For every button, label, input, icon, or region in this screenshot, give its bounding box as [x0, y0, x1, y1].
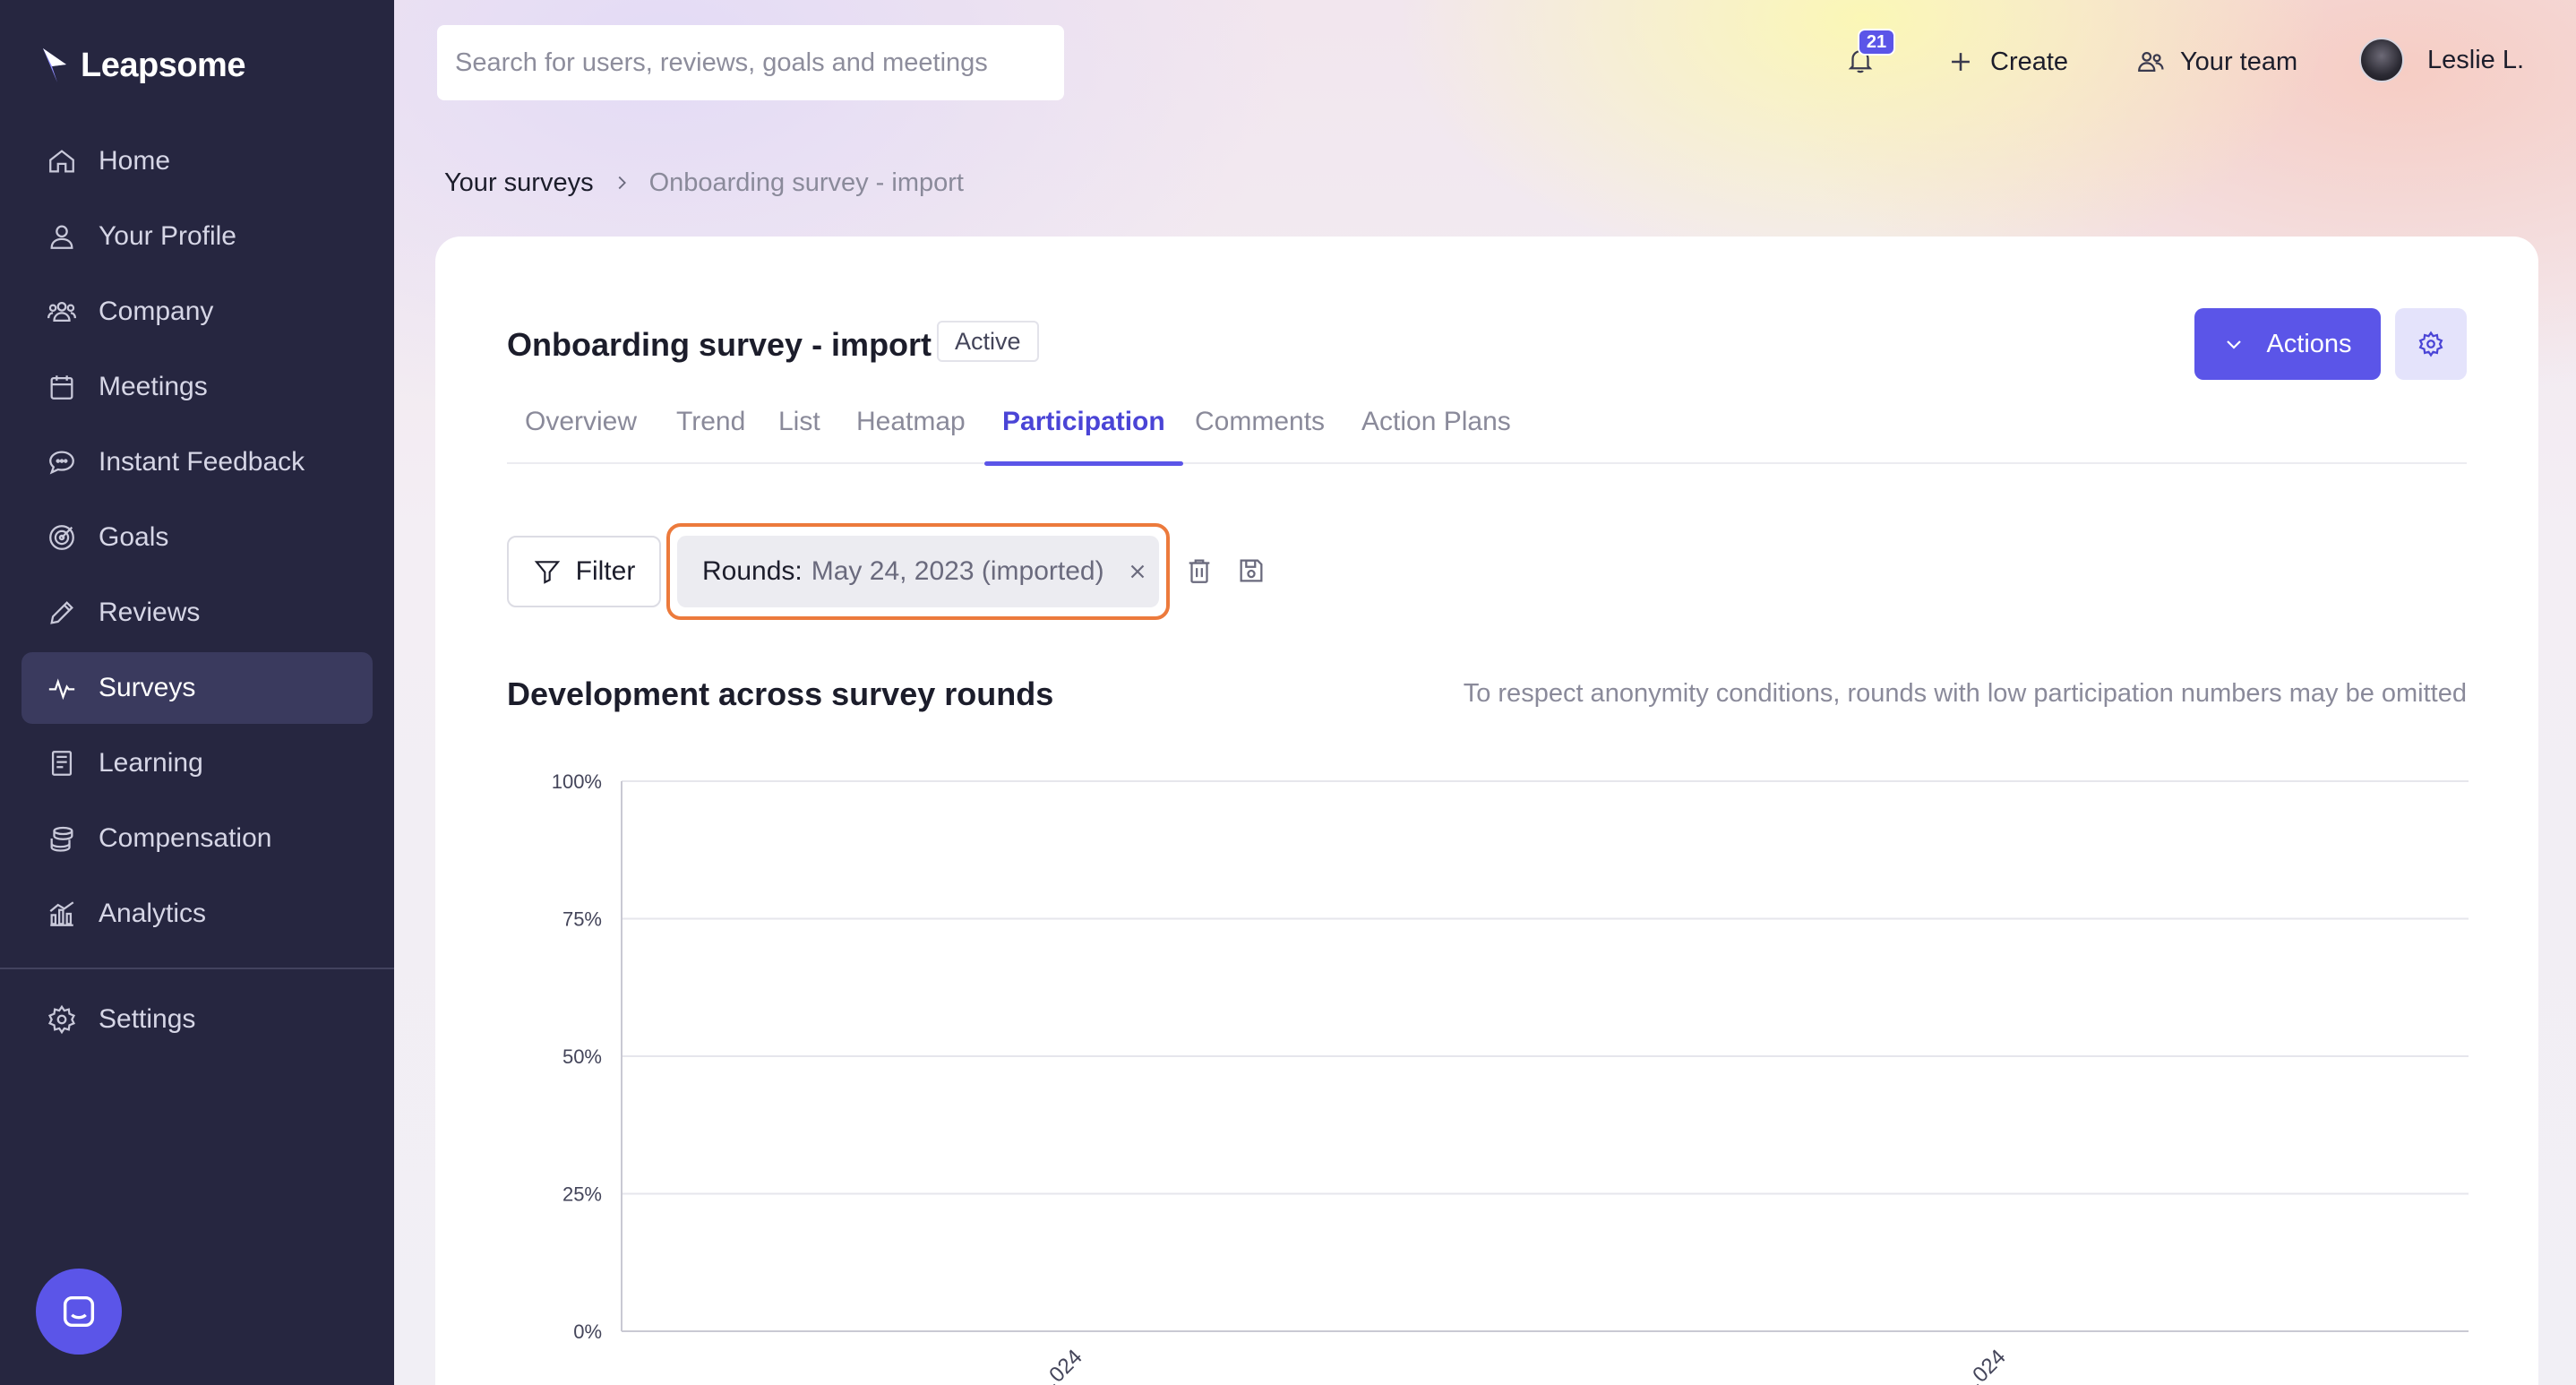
sidebar-item-your-profile[interactable]: Your Profile [21, 201, 373, 272]
actions-label: Actions [2266, 329, 2352, 358]
tab-action-plans[interactable]: Action Plans [1344, 394, 1529, 464]
sidebar-item-label: Goals [99, 522, 169, 552]
actions-button[interactable]: Actions [2194, 308, 2381, 380]
calendar-icon [50, 375, 73, 400]
sidebar-item-label: Your Profile [99, 221, 236, 251]
y-tick-label: 100% [552, 770, 602, 793]
anonymity-note: To respect anonymity conditions, rounds … [1463, 679, 2467, 708]
leapsome-logo[interactable]: Leapsome [39, 43, 245, 88]
sidebar-item-label: Company [99, 297, 214, 326]
sidebar-item-analytics[interactable]: Analytics [21, 878, 373, 950]
people-icon [2138, 51, 2164, 73]
breadcrumb-current: Onboarding survey - import [648, 168, 964, 197]
chat-icon [63, 1295, 95, 1328]
sidebar-item-label: Analytics [99, 899, 207, 928]
chevron-down-icon [2227, 340, 2242, 349]
survey-settings-button[interactable] [2395, 308, 2467, 380]
sidebar-item-label: Meetings [99, 372, 208, 401]
chip-value: May 24, 2023 (imported) [811, 556, 1104, 586]
close-icon[interactable] [1126, 560, 1149, 583]
avatar [2359, 38, 2404, 82]
pulse-icon [48, 678, 75, 701]
sidebar-item-label: Surveys [99, 673, 196, 702]
y-tick-label: 25% [562, 1183, 602, 1206]
sidebar-item-surveys[interactable]: Surveys [21, 652, 373, 724]
app-name: Leapsome [81, 46, 245, 84]
gear-icon [47, 1004, 76, 1035]
target-icon [49, 525, 74, 550]
chip-key: Rounds: [702, 556, 803, 586]
your-team-button[interactable]: Your team [2135, 39, 2297, 84]
status-badge: Active [937, 321, 1039, 362]
home-icon [49, 150, 74, 173]
your-team-label: Your team [2180, 47, 2298, 76]
coins-icon [50, 826, 73, 852]
global-search[interactable] [437, 25, 1064, 100]
funnel-icon [534, 561, 560, 584]
search-input[interactable] [455, 47, 1064, 78]
y-tick-label: 75% [562, 908, 602, 931]
tab-heatmap[interactable]: Heatmap [838, 394, 983, 464]
tab-comments[interactable]: Comments [1177, 394, 1343, 464]
sidebar-item-reviews[interactable]: Reviews [21, 577, 373, 649]
support-chat-button[interactable] [36, 1269, 122, 1355]
survey-tabs: Overview Trend List Heatmap Participatio… [507, 394, 2467, 466]
sidebar-item-label: Settings [99, 1004, 196, 1034]
chat-bubble-icon [49, 451, 74, 475]
sidebar-item-company[interactable]: Company [21, 276, 373, 348]
create-label: Create [1990, 47, 2069, 76]
tab-trend[interactable]: Trend [658, 394, 763, 464]
sidebar-item-goals[interactable]: Goals [21, 502, 373, 573]
tab-overview[interactable]: Overview [507, 394, 655, 464]
y-tick-label: 0% [573, 1320, 602, 1343]
rounds-filter-chip[interactable]: Rounds: May 24, 2023 (imported) [677, 536, 1159, 607]
user-icon [50, 225, 73, 249]
sidebar-item-instant-feedback[interactable]: Instant Feedback [21, 426, 373, 498]
pencil-icon [50, 601, 73, 624]
sidebar-item-home[interactable]: Home [21, 125, 373, 197]
filter-button[interactable]: Filter [507, 536, 661, 607]
participation-chart-svg: 0% 25% 50% 75% 100% …024 …024 [552, 770, 2469, 1385]
breadcrumb-your-surveys[interactable]: Your surveys [444, 168, 594, 198]
chevron-right-icon [618, 176, 626, 190]
tab-list[interactable]: List [760, 394, 838, 464]
user-menu-button[interactable]: Leslie L. [2359, 38, 2524, 82]
tab-participation[interactable]: Participation [984, 394, 1183, 466]
delete-filters-button[interactable] [1184, 555, 1216, 588]
filter-label: Filter [575, 556, 636, 586]
sidebar-item-compensation[interactable]: Compensation [21, 803, 373, 874]
sidebar-item-settings[interactable]: Settings [21, 984, 373, 1055]
page-title: Onboarding survey - import [507, 326, 932, 363]
bar-chart-icon [49, 901, 74, 926]
sidebar-item-label: Instant Feedback [99, 447, 305, 477]
notifications-count-badge: 21 [1858, 29, 1895, 56]
leapsome-logo-icon [43, 48, 66, 82]
create-button[interactable]: Create [1945, 39, 2068, 84]
book-icon [51, 751, 73, 776]
sidebar-divider [0, 968, 394, 969]
gear-icon [2418, 331, 2443, 357]
plus-icon [1952, 53, 1970, 71]
people-icon [47, 301, 77, 323]
section-title: Development across survey rounds [507, 675, 1054, 712]
y-tick-label: 50% [562, 1045, 602, 1068]
participation-chart: 0% 25% 50% 75% 100% …024 …024 [507, 753, 2472, 1385]
x-tick-label: …024 [1029, 1345, 1086, 1385]
sidebar: Leapsome Home Your Profile Company Meeti… [0, 0, 394, 1385]
sidebar-item-learning[interactable]: Learning [21, 727, 373, 799]
sidebar-item-label: Compensation [99, 823, 272, 853]
sidebar-item-label: Learning [99, 748, 203, 778]
x-tick-label: …024 [1953, 1345, 2010, 1385]
trash-icon [1189, 559, 1210, 583]
save-icon [1240, 559, 1263, 582]
sidebar-item-label: Reviews [99, 598, 201, 627]
user-name: Leslie L. [2427, 45, 2525, 74]
sidebar-item-meetings[interactable]: Meetings [21, 351, 373, 423]
sidebar-item-label: Home [99, 146, 171, 176]
save-filters-button[interactable] [1236, 555, 1268, 588]
breadcrumb: Your surveys Onboarding survey - import [444, 163, 964, 202]
